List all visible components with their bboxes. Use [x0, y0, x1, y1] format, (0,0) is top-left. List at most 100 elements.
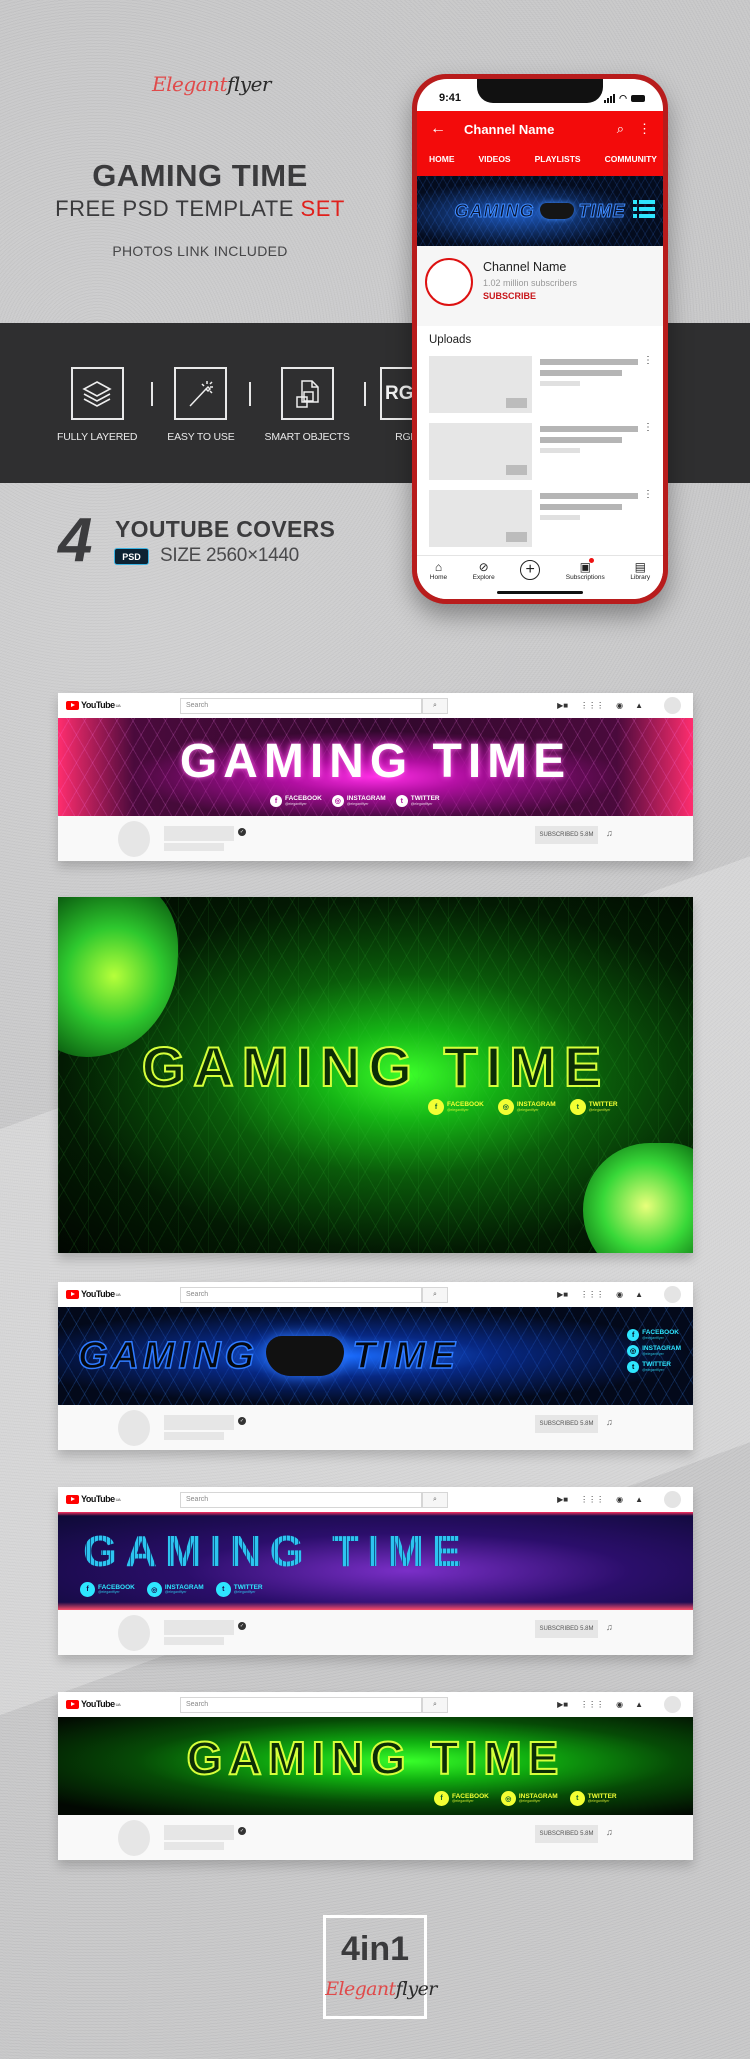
subscribe-button[interactable]: SUBSCRIBE: [483, 291, 536, 301]
youtube-play-icon: [66, 700, 79, 710]
bell-icon[interactable]: ▲: [635, 1495, 643, 1504]
social-facebook: f FACEBOOK @elegantflyer: [80, 1582, 135, 1597]
nav-create[interactable]: +: [520, 560, 541, 580]
social-facebook: f FACEBOOK @elegantflyer: [270, 795, 322, 807]
apps-grid-icon[interactable]: ⋮⋮⋮: [580, 701, 604, 710]
notification-bell-icon[interactable]: ♫: [606, 1827, 613, 1837]
facebook-icon: f: [627, 1329, 640, 1341]
search-button[interactable]: ⌕: [422, 698, 448, 714]
channel-avatar[interactable]: [118, 1410, 150, 1446]
nav-library[interactable]: ▤ Library: [630, 560, 650, 581]
video-item[interactable]: ⋮: [429, 490, 653, 548]
account-avatar[interactable]: [664, 697, 681, 714]
gamepad-icon: [266, 1336, 345, 1376]
social-instagram: ◎ INSTAGRAM @elegantflyer: [500, 1791, 558, 1806]
channel-avatar[interactable]: [118, 821, 150, 857]
channel-avatar[interactable]: [118, 1615, 150, 1651]
youtube-header: YouTube UA Search ⌕ ▶■ ⋮⋮⋮ ◉ ▲: [58, 1692, 693, 1717]
magic-wand-icon: [174, 367, 228, 420]
youtube-logo[interactable]: YouTube UA: [66, 1699, 121, 1709]
account-avatar[interactable]: [664, 1696, 681, 1713]
messages-icon[interactable]: ◉: [616, 701, 623, 710]
search-icon[interactable]: ⌕: [617, 121, 624, 137]
feature-fully-layered: FULLY LAYERED: [57, 367, 137, 443]
apps-grid-icon[interactable]: ⋮⋮⋮: [580, 1495, 604, 1504]
more-vert-icon[interactable]: ⋮: [643, 423, 653, 433]
video-item[interactable]: ⋮: [429, 356, 653, 414]
banner-socials: [633, 200, 655, 218]
notification-bell-icon[interactable]: ♫: [606, 1417, 613, 1427]
create-video-icon[interactable]: ▶■: [557, 1290, 568, 1299]
video-item[interactable]: ⋮: [429, 423, 653, 481]
banner-title-left: GAMING: [77, 1334, 259, 1378]
subscribed-button[interactable]: SUBSCRIBED 5.8M: [535, 1825, 598, 1843]
more-vert-icon[interactable]: ⋮: [638, 121, 651, 137]
account-avatar[interactable]: [664, 1491, 681, 1508]
facebook-icon: f: [80, 1582, 95, 1597]
home-icon: ⌂: [434, 560, 443, 574]
tab-home[interactable]: HOME: [429, 154, 455, 164]
bell-icon[interactable]: ▲: [635, 1290, 643, 1299]
search-button[interactable]: ⌕: [422, 1492, 448, 1508]
tab-community[interactable]: COMMUNITY: [605, 154, 657, 164]
notification-bell-icon[interactable]: ♫: [606, 1622, 613, 1632]
nav-explore[interactable]: ⊘ Explore: [473, 560, 495, 581]
channel-app-bar: ← Channel Name ⌕ ⋮ HOME VIDEOS PLAYLISTS…: [417, 111, 663, 176]
nav-subscriptions[interactable]: ▣ Subscriptions: [566, 558, 605, 581]
wifi-icon: ◠: [619, 92, 627, 103]
create-icon: +: [520, 560, 541, 580]
messages-icon[interactable]: ◉: [616, 1495, 623, 1504]
create-video-icon[interactable]: ▶■: [557, 1495, 568, 1504]
tab-videos[interactable]: VIDEOS: [478, 154, 510, 164]
subscribed-button[interactable]: SUBSCRIBED 5.8M: [535, 1620, 598, 1638]
apps-grid-icon[interactable]: ⋮⋮⋮: [580, 1700, 604, 1709]
more-vert-icon[interactable]: ⋮: [643, 356, 653, 366]
search-input[interactable]: Search: [180, 1492, 422, 1508]
search-button[interactable]: ⌕: [422, 1287, 448, 1303]
youtube-logo[interactable]: YouTube UA: [66, 1289, 121, 1299]
banner-title: GAMING TIME: [186, 1731, 565, 1785]
messages-icon[interactable]: ◉: [616, 1290, 623, 1299]
twitter-icon: t: [569, 1791, 585, 1806]
channel-info-row: ✓ SUBSCRIBED 5.8M ♫: [58, 1405, 693, 1450]
social-facebook: f FACEBOOK @elegantflyer: [434, 1791, 489, 1806]
search-input[interactable]: Search: [180, 1697, 422, 1713]
notification-bell-icon[interactable]: ♫: [606, 828, 613, 838]
apps-grid-icon[interactable]: ⋮⋮⋮: [580, 1290, 604, 1299]
more-vert-icon[interactable]: ⋮: [643, 490, 653, 500]
social-facebook: f FACEBOOK @elegantflyer: [627, 1329, 681, 1341]
youtube-logo[interactable]: YouTube UA: [66, 700, 121, 710]
badge-text: 4in1: [340, 1930, 410, 1968]
instagram-icon: ◎: [627, 1345, 640, 1357]
subscribed-button[interactable]: SUBSCRIBED 5.8M: [535, 1415, 598, 1433]
search-button[interactable]: ⌕: [422, 1697, 448, 1713]
banner-socials: f FACEBOOK @elegantflyer ◎ INSTAGRAM @elegan…: [270, 795, 440, 807]
youtube-logo[interactable]: YouTube UA: [66, 1494, 121, 1504]
social-twitter: t TWITTER @elegantflyer: [569, 1791, 617, 1806]
search-input[interactable]: Search: [180, 698, 422, 714]
notification-dot: [588, 558, 594, 563]
cover-banner: GAMING TIME f FACEBOOK @elegantflyer ◎ INST…: [58, 1307, 693, 1405]
create-video-icon[interactable]: ▶■: [557, 1700, 568, 1709]
social-facebook: f FACEBOOK @elegantflyer: [428, 1099, 484, 1115]
youtube-desktop-mock-blue: YouTube UA Search ⌕ ▶■ ⋮⋮⋮ ◉ ▲ GAMING TIME f…: [58, 1282, 693, 1450]
subscriber-count: 1.02 million subscribers: [483, 278, 578, 288]
verified-icon: ✓: [238, 1417, 246, 1425]
channel-avatar[interactable]: [118, 1820, 150, 1856]
features-list: FULLY LAYERED EASY TO USE SMART OBJECTS …: [57, 367, 433, 443]
nav-home[interactable]: ⌂ Home: [430, 560, 447, 581]
create-video-icon[interactable]: ▶■: [557, 701, 568, 710]
back-arrow-icon[interactable]: ←: [430, 120, 446, 138]
subscribed-button[interactable]: SUBSCRIBED 5.8M: [535, 826, 598, 844]
youtube-desktop-mock-pink: YouTube UA Search ⌕ ▶■ ⋮⋮⋮ ◉ ▲ GAMING TIME f…: [58, 693, 693, 861]
account-avatar[interactable]: [664, 1286, 681, 1303]
phone-screen: 9:41 ◠ ← Channel Name ⌕ ⋮ HOME VIDEOS PL…: [417, 79, 663, 599]
channel-avatar[interactable]: [425, 258, 473, 306]
bell-icon[interactable]: ▲: [635, 1700, 643, 1709]
bell-icon[interactable]: ▲: [635, 701, 643, 710]
search-input[interactable]: Search: [180, 1287, 422, 1303]
tab-playlists[interactable]: PLAYLISTS: [535, 154, 581, 164]
messages-icon[interactable]: ◉: [616, 1700, 623, 1709]
cover-banner: GAMING TIME f FACEBOOK @elegantflyer ◎ INST…: [58, 1512, 693, 1610]
channel-info-row: ✓ SUBSCRIBED 5.8M ♫: [58, 1610, 693, 1655]
